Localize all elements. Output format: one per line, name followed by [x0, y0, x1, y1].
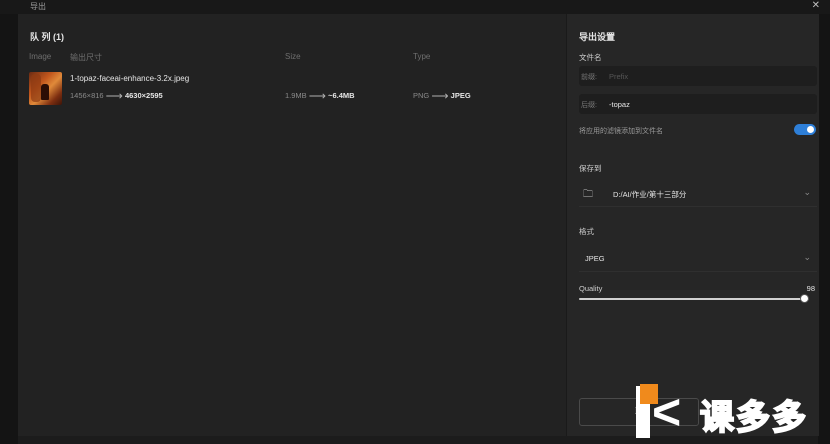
watermark-logo: < 课多多	[636, 384, 830, 444]
dimensions: 1456×816 ⟶ 4630×2595	[70, 89, 163, 103]
column-header-type: Type	[413, 52, 431, 61]
chevron-down-icon: ⌄	[803, 252, 811, 262]
arrow-right-icon: ⟶	[431, 89, 449, 103]
arrow-right-icon: ⟶	[308, 89, 326, 103]
left-backdrop	[0, 14, 18, 444]
logo-k-chevron: <	[652, 384, 682, 440]
size-from: 1.9MB	[285, 90, 307, 100]
prefix-field[interactable]: 前缀: Prefix	[579, 66, 817, 86]
arrow-right-icon: ⟶	[105, 89, 123, 103]
suffix-field[interactable]: 后缀: -topaz	[579, 94, 817, 114]
prefix-label: 前缀:	[581, 74, 597, 81]
image-thumbnail	[29, 72, 62, 105]
format-select[interactable]: JPEG ⌄	[579, 247, 817, 269]
file-type: PNG ⟶ JPEG	[413, 89, 471, 103]
quality-slider-thumb[interactable]	[800, 294, 809, 303]
quality-label: Quality	[579, 284, 603, 293]
append-filters-toggle[interactable]	[794, 124, 816, 135]
suffix-input[interactable]: -topaz	[609, 100, 630, 109]
watermark-brand-text: 课多多	[699, 397, 808, 439]
file-name: 1-topaz-faceai-enhance-3.2x.jpeg	[70, 74, 190, 83]
folder-icon: 🗀	[583, 189, 593, 200]
export-settings-panel: 导出设置 文件名 前缀: Prefix 后缀: -topaz 将应用的滤镜添加到…	[566, 14, 819, 436]
window-title: 导出	[30, 2, 46, 11]
column-header-output-size: 输出尺寸	[70, 53, 102, 62]
queue-panel: 队 列 (1) Image 输出尺寸 Size Type 1-topaz-fac…	[18, 14, 566, 436]
right-backdrop	[818, 14, 830, 444]
save-to-path: D:/AI/作业/第十三部分	[613, 190, 687, 199]
toggle-knob	[807, 126, 814, 133]
quality-value: 98	[806, 284, 815, 293]
save-to-select[interactable]: 🗀 D:/AI/作业/第十三部分 ⌄	[579, 182, 817, 204]
queue-title: 队 列 (1)	[30, 32, 65, 42]
size-to: ~6.4MB	[328, 90, 355, 100]
column-header-size: Size	[285, 52, 301, 61]
file-size: 1.9MB ⟶ ~6.4MB	[285, 89, 355, 103]
column-header-image: Image	[29, 52, 52, 61]
chevron-down-icon: ⌄	[803, 187, 811, 197]
divider	[579, 271, 817, 272]
append-filters-label: 将应用的滤镜添加到文件名	[579, 128, 663, 135]
format-label: 格式	[579, 227, 594, 236]
dims-from: 1456×816	[70, 90, 104, 100]
quality-slider-track[interactable]	[579, 298, 809, 300]
prefix-input[interactable]: Prefix	[609, 72, 628, 81]
type-to: JPEG	[450, 90, 471, 100]
dims-to: 4630×2595	[124, 90, 163, 100]
settings-title: 导出设置	[579, 32, 616, 42]
close-icon[interactable]: ✕	[812, 0, 820, 11]
divider	[579, 206, 817, 207]
format-value: JPEG	[585, 254, 605, 263]
queue-row[interactable]: 1-topaz-faceai-enhance-3.2x.jpeg 1456×81…	[18, 70, 566, 110]
title-bar: 导出 ✕	[0, 0, 830, 14]
filename-section-label: 文件名	[579, 53, 602, 62]
save-to-label: 保存到	[579, 164, 602, 173]
suffix-label: 后缀:	[581, 102, 597, 109]
type-from: PNG	[413, 90, 430, 100]
